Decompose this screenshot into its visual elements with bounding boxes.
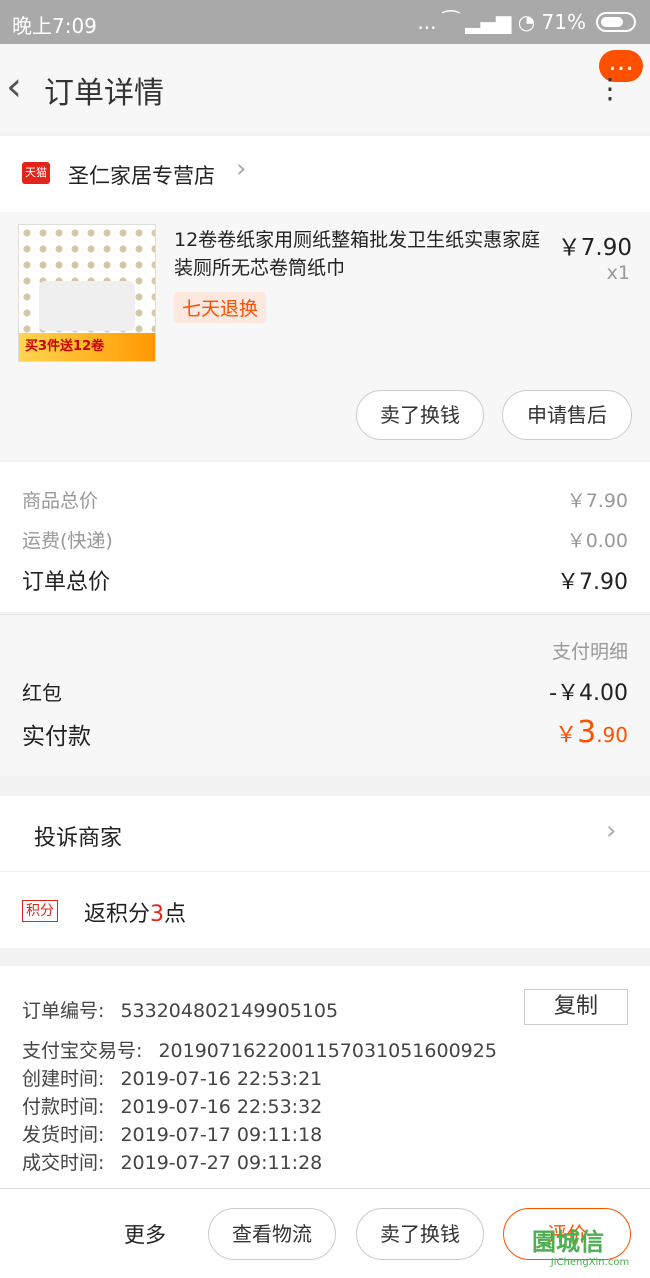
goods-total-label: 商品总价 [22, 490, 99, 512]
chevron-right-icon: › [606, 816, 617, 846]
status-bar: 晚上7:09 ... ⁀ ▂▄▆ ◔ 71% [0, 0, 650, 44]
order-number-row: 订单编号: 533204802149905105 [22, 996, 338, 1023]
nav-bar: ‹ 订单详情 … ⋮ [0, 44, 650, 132]
battery-icon [596, 12, 636, 32]
points-row: 积分 返积分3点 [0, 872, 650, 948]
watermark-en: JiChengXin.com [550, 1257, 630, 1268]
done-time-label: 成交时间: [22, 1152, 105, 1174]
points-suffix: 点 [164, 902, 187, 927]
redpack-value: -￥4.00 [549, 681, 628, 706]
paid-amount: ￥3.90 [555, 715, 628, 750]
order-total-label: 订单总价 [22, 570, 111, 595]
done-time: 2019-07-27 09:11:28 [120, 1152, 323, 1174]
payment-detail-link[interactable]: 支付明细 [552, 637, 628, 664]
shipping-value: ￥0.00 [566, 530, 628, 552]
copy-button[interactable]: 复制 [524, 989, 628, 1025]
paid-symbol: ￥ [555, 723, 578, 748]
tmall-badge: 天猫 [22, 162, 50, 184]
price-summary: 商品总价 ￥7.90 运费(快递) ￥0.00 订单总价 ￥7.90 [0, 462, 650, 612]
order-total-value: ￥7.90 [557, 570, 628, 595]
ship-time-label: 发货时间: [22, 1124, 105, 1146]
points-number: 3 [150, 902, 165, 927]
page-title: 订单详情 [44, 76, 164, 111]
status-time: 晚上7:09 [12, 14, 97, 38]
status-icons: ... ⁀ ▂▄▆ ◔ 71% [417, 10, 586, 34]
alipay-row: 支付宝交易号: 2019071622001157031051600925 [22, 1036, 497, 1063]
kebab-icon[interactable]: ⋮ [596, 75, 624, 103]
shipping-label: 运费(快递) [22, 530, 113, 552]
paid-label: 实付款 [22, 724, 91, 750]
goods-total-value: ￥7.90 [566, 490, 628, 512]
product-image-rolls [39, 281, 135, 331]
sell-button[interactable]: 卖了换钱 [356, 1208, 484, 1260]
view-logistics-button[interactable]: 查看物流 [208, 1208, 336, 1260]
product-price: ￥7.90 [557, 235, 632, 261]
product-title[interactable]: 12卷卷纸家用厕纸整箱批发卫生纸实惠家庭装厕所无芯卷筒纸巾 [174, 226, 546, 282]
after-sale-button[interactable]: 申请售后 [502, 390, 632, 440]
product-image[interactable]: 买3件送12卷 [18, 224, 156, 362]
create-time: 2019-07-16 22:53:21 [120, 1068, 323, 1090]
create-time-row: 创建时间: 2019-07-16 22:53:21 [22, 1064, 322, 1091]
watermark-cn: 園城信 [532, 1228, 604, 1256]
points-badge: 积分 [22, 900, 58, 922]
pay-time-label: 付款时间: [22, 1096, 105, 1118]
done-time-row: 成交时间: 2019-07-27 09:11:28 [22, 1148, 322, 1175]
order-number-label: 订单编号: [22, 1000, 105, 1022]
product-image-promo: 买3件送12卷 [19, 333, 155, 361]
ship-time-row: 发货时间: 2019-07-17 09:11:18 [22, 1120, 322, 1147]
paid-integer: 3 [577, 715, 597, 750]
sell-for-cash-button[interactable]: 卖了换钱 [356, 390, 484, 440]
points-prefix: 返积分 [84, 902, 151, 927]
create-time-label: 创建时间: [22, 1068, 105, 1090]
order-info: 订单编号: 533204802149905105 复制 支付宝交易号: 2019… [0, 966, 650, 1188]
more-button[interactable]: 更多 [124, 1219, 166, 1249]
pay-time: 2019-07-16 22:53:32 [120, 1096, 323, 1118]
alipay-label: 支付宝交易号: [22, 1040, 143, 1062]
alipay-number: 2019071622001157031051600925 [158, 1040, 497, 1062]
redpack-label: 红包 [22, 681, 62, 705]
back-icon[interactable]: ‹ [6, 64, 22, 110]
store-name: 圣仁家居专营店 [68, 164, 215, 188]
product-quantity: x1 [606, 262, 630, 284]
paid-decimal: .90 [596, 723, 628, 747]
complain-label: 投诉商家 [34, 826, 123, 851]
chevron-right-icon: › [236, 154, 247, 184]
points-text: 返积分3点 [84, 896, 186, 928]
status-right: ... ⁀ ▂▄▆ ◔ 71% [417, 10, 636, 34]
ship-time: 2019-07-17 09:11:18 [120, 1124, 323, 1146]
store-row[interactable]: 天猫 圣仁家居专营店 › [0, 136, 650, 212]
watermark-logo: 園城信 JiChengXin.com [532, 1222, 648, 1276]
return-policy-tag: 七天退换 [174, 292, 267, 323]
complain-merchant-row[interactable]: 投诉商家 › [0, 796, 650, 872]
order-number: 533204802149905105 [120, 1000, 339, 1022]
product-card: 买3件送12卷 12卷卷纸家用厕纸整箱批发卫生纸实惠家庭装厕所无芯卷筒纸巾 ￥7… [0, 212, 650, 460]
pay-time-row: 付款时间: 2019-07-16 22:53:32 [22, 1092, 322, 1119]
payment-detail: 支付明细 红包 -￥4.00 实付款 ￥3.90 [0, 614, 650, 776]
